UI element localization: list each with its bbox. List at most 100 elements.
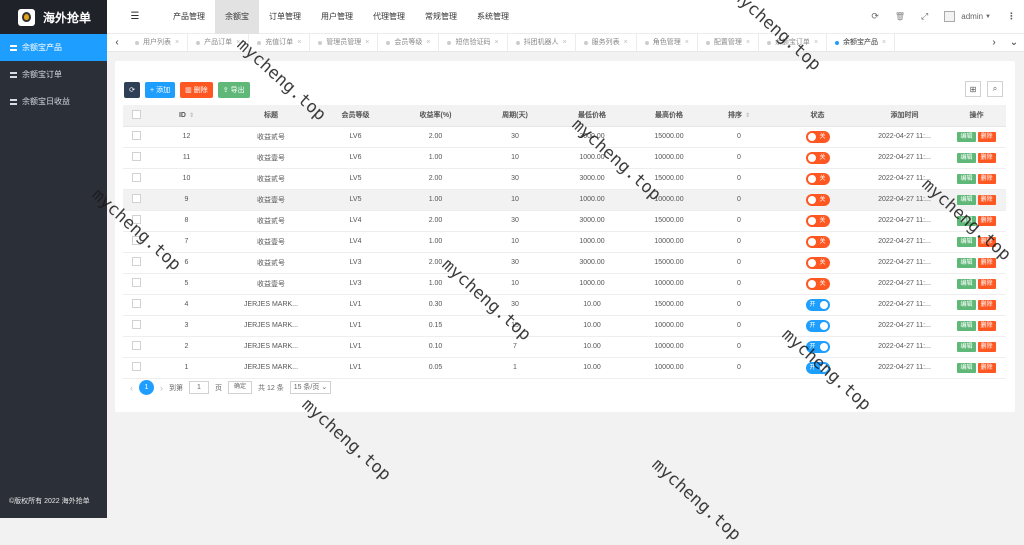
- edit-button[interactable]: 编辑: [957, 236, 976, 247]
- tab[interactable]: 余额宝订单 ×: [759, 33, 828, 52]
- edit-button[interactable]: 编辑: [957, 173, 976, 184]
- refresh-icon[interactable]: ⟳: [871, 11, 879, 22]
- row-checkbox[interactable]: [132, 257, 141, 266]
- delete-row-button[interactable]: 删除: [977, 341, 996, 352]
- delete-row-button[interactable]: 删除: [977, 236, 996, 247]
- tab[interactable]: 角色管理 ×: [637, 33, 698, 52]
- sidebar-item-2[interactable]: 余额宝日收益: [0, 88, 107, 115]
- confirm-button[interactable]: 确定: [228, 381, 253, 394]
- logo[interactable]: 海外抢单: [0, 0, 107, 34]
- status-toggle[interactable]: 关: [805, 130, 830, 143]
- edit-button[interactable]: 编辑: [957, 152, 976, 163]
- close-icon[interactable]: ×: [685, 34, 689, 52]
- close-icon[interactable]: ×: [563, 34, 567, 52]
- delete-row-button[interactable]: 删除: [977, 299, 996, 310]
- close-icon[interactable]: ×: [624, 34, 628, 52]
- prev-page-icon[interactable]: ‹: [130, 383, 133, 393]
- menu-toggle-icon[interactable]: ☰: [107, 11, 163, 22]
- close-icon[interactable]: ×: [297, 34, 301, 52]
- edit-button[interactable]: 编辑: [957, 362, 976, 373]
- close-icon[interactable]: ×: [814, 34, 818, 52]
- status-toggle[interactable]: 关: [805, 193, 830, 206]
- select-all-checkbox[interactable]: [132, 109, 141, 119]
- delete-button[interactable]: ▥ 删除: [180, 82, 213, 98]
- tab[interactable]: 服务列表 ×: [576, 33, 637, 52]
- export-button[interactable]: ⇪ 导出: [217, 82, 250, 98]
- row-checkbox[interactable]: [132, 299, 141, 308]
- delete-row-button[interactable]: 删除: [977, 362, 996, 373]
- status-toggle[interactable]: 关: [805, 277, 830, 290]
- more-icon[interactable]: ⋮: [1007, 11, 1016, 22]
- search-icon[interactable]: ⌕: [987, 81, 1003, 97]
- tab[interactable]: 管理员管理 ×: [310, 33, 379, 52]
- status-toggle[interactable]: 关: [805, 214, 830, 227]
- tabs-prev-icon[interactable]: ‹: [107, 37, 127, 48]
- edit-button[interactable]: 编辑: [957, 215, 976, 226]
- close-icon[interactable]: ×: [365, 34, 369, 52]
- delete-row-button[interactable]: 删除: [977, 278, 996, 289]
- status-toggle[interactable]: 关: [805, 256, 830, 269]
- column-header[interactable]: ID ⇕: [150, 105, 223, 127]
- tab[interactable]: 充值订单 ×: [249, 33, 311, 52]
- edit-button[interactable]: 编辑: [957, 341, 976, 352]
- close-icon[interactable]: ×: [175, 34, 179, 52]
- status-toggle[interactable]: 开: [805, 340, 830, 353]
- user-menu[interactable]: admin ▼: [944, 11, 991, 22]
- delete-row-button[interactable]: 删除: [977, 320, 996, 331]
- row-checkbox[interactable]: [132, 152, 141, 161]
- close-icon[interactable]: ×: [494, 34, 498, 52]
- status-toggle[interactable]: 开: [805, 361, 830, 374]
- status-toggle[interactable]: 开: [805, 319, 830, 332]
- tab[interactable]: 余额宝产品 ×: [827, 33, 896, 52]
- top-nav-item[interactable]: 常规管理: [415, 0, 467, 34]
- close-icon[interactable]: ×: [236, 34, 240, 52]
- status-toggle[interactable]: 关: [805, 172, 830, 185]
- delete-row-button[interactable]: 删除: [977, 152, 996, 163]
- tab[interactable]: 用户列表 ×: [127, 33, 189, 52]
- delete-row-button[interactable]: 删除: [977, 194, 996, 205]
- fullscreen-icon[interactable]: ⤢: [921, 11, 928, 22]
- trash-icon[interactable]: 🗑: [895, 12, 905, 21]
- edit-button[interactable]: 编辑: [957, 299, 976, 310]
- current-page[interactable]: 1: [139, 380, 154, 395]
- status-toggle[interactable]: 关: [805, 235, 830, 248]
- delete-row-button[interactable]: 删除: [977, 131, 996, 142]
- close-icon[interactable]: ×: [426, 34, 430, 52]
- columns-icon[interactable]: ⊞: [965, 81, 981, 97]
- edit-button[interactable]: 编辑: [957, 131, 976, 142]
- sort-icon[interactable]: ⇕: [189, 113, 194, 119]
- sort-icon[interactable]: ⇕: [745, 113, 750, 119]
- next-page-icon[interactable]: ›: [160, 383, 163, 393]
- tab[interactable]: 短信验证码 ×: [439, 33, 508, 52]
- top-nav-item[interactable]: 订单管理: [259, 0, 311, 34]
- sidebar-item-1[interactable]: 余额宝订单: [0, 61, 107, 88]
- row-checkbox[interactable]: [132, 341, 141, 350]
- status-toggle[interactable]: 关: [805, 151, 830, 164]
- row-checkbox[interactable]: [132, 194, 141, 203]
- row-checkbox[interactable]: [132, 173, 141, 182]
- row-checkbox[interactable]: [132, 215, 141, 224]
- page-input[interactable]: 1: [189, 381, 209, 394]
- close-icon[interactable]: ×: [746, 34, 750, 52]
- row-checkbox[interactable]: [132, 278, 141, 287]
- row-checkbox[interactable]: [132, 362, 141, 371]
- tabs-next-icon[interactable]: ›: [984, 37, 1004, 48]
- top-nav-item[interactable]: 用户管理: [311, 0, 363, 34]
- delete-row-button[interactable]: 删除: [977, 173, 996, 184]
- edit-button[interactable]: 编辑: [957, 194, 976, 205]
- sidebar-item-0[interactable]: 余额宝产品: [0, 34, 107, 61]
- row-checkbox[interactable]: [132, 236, 141, 245]
- page-size-select[interactable]: 15 条/页 ⌄: [289, 381, 332, 394]
- close-icon[interactable]: ×: [882, 34, 886, 52]
- status-toggle[interactable]: 开: [805, 298, 830, 311]
- tab[interactable]: 配置管理 ×: [698, 33, 759, 52]
- delete-row-button[interactable]: 删除: [977, 215, 996, 226]
- row-checkbox[interactable]: [132, 320, 141, 329]
- edit-button[interactable]: 编辑: [957, 278, 976, 289]
- add-button[interactable]: + 添加: [145, 82, 176, 98]
- tab[interactable]: 抖团机器人 ×: [508, 33, 576, 52]
- row-checkbox[interactable]: [132, 131, 141, 140]
- tabs-dropdown-icon[interactable]: ⌄: [1004, 37, 1024, 48]
- tab[interactable]: 会员等级 ×: [378, 33, 440, 52]
- column-header[interactable]: 排序 ⇕: [705, 105, 773, 127]
